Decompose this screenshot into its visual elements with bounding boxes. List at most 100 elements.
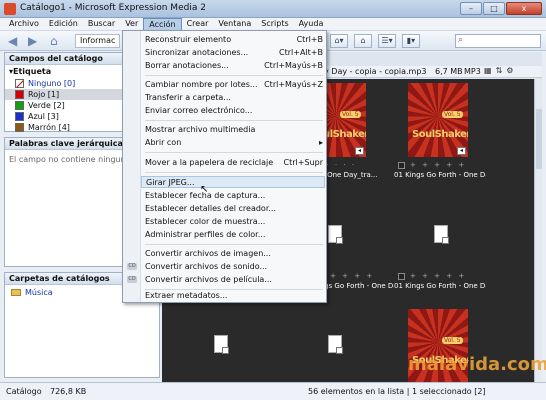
thumbnail-item[interactable]: + + + + + 01 Kings Go Forth - One Day_tr… bbox=[394, 225, 486, 305]
forward-arrow-icon[interactable]: ▶ bbox=[28, 34, 44, 48]
menu-item-label: Administrar perfiles de color... bbox=[145, 230, 266, 239]
back-arrow-icon[interactable]: ◀ bbox=[8, 34, 24, 48]
speaker-icon bbox=[336, 347, 343, 354]
menu-item-label: Convertir archivos de sonido... bbox=[145, 262, 268, 271]
menu-item-enviar-correo[interactable]: Enviar correo electrónico... bbox=[145, 105, 323, 117]
select-checkbox[interactable] bbox=[398, 162, 405, 169]
menu-separator bbox=[145, 152, 323, 153]
window-title: Catálogo1 - Microsoft Expression Media 2 bbox=[20, 3, 206, 13]
menu-item-extraer-metadatos[interactable]: Extraer metadatos... bbox=[145, 290, 323, 302]
rating-stars[interactable]: + + + + + bbox=[410, 161, 466, 169]
menu-item-convertir-pelicula[interactable]: Convertir archivos de película... bbox=[145, 274, 323, 286]
status-size: 726,8 KB bbox=[50, 387, 87, 396]
accion-dropdown-menu: Reconstruir elemento Ctrl+B Sincronizar a… bbox=[122, 30, 327, 303]
thumbnail-item[interactable] bbox=[302, 335, 394, 375]
label-text: Verde [2] bbox=[28, 101, 65, 110]
swatch-blue bbox=[15, 112, 24, 121]
menu-item-label: Reconstruir elemento bbox=[145, 35, 232, 44]
menu-item-detalles-creador[interactable]: Establecer detalles del creador... bbox=[145, 203, 323, 215]
list-view-icon[interactable]: ☰▾ bbox=[378, 34, 396, 48]
album-vol: Vol. 5 bbox=[442, 111, 463, 118]
menu-item-label: Sincronizar anotaciones... bbox=[145, 48, 249, 57]
swatch-brown bbox=[15, 123, 24, 132]
search-icon: ⌕ bbox=[458, 35, 464, 45]
search-input[interactable]: ⌕ bbox=[455, 34, 541, 48]
home-view-icon[interactable]: ⌂▾ bbox=[330, 34, 348, 48]
menu-item-shortcut: Ctrl+B bbox=[296, 35, 323, 44]
movie-convert-icon: CD bbox=[127, 276, 137, 283]
menu-item-cambiar-nombre[interactable]: Cambiar nombre por lotes... Ctrl+Mayús+Z bbox=[145, 79, 323, 91]
thumbnail-item[interactable] bbox=[202, 335, 294, 375]
menu-item-convertir-sonido[interactable]: Convertir archivos de sonido... bbox=[145, 261, 323, 273]
menu-item-perfiles-color[interactable]: Administrar perfiles de color... bbox=[145, 229, 323, 241]
menu-item-abrir-con[interactable]: Abrir con ▸ bbox=[145, 137, 323, 149]
speaker-icon bbox=[222, 347, 229, 354]
info-view-button[interactable]: Informac bbox=[75, 34, 121, 48]
select-checkbox[interactable] bbox=[398, 273, 405, 280]
vertical-scrollbar[interactable] bbox=[534, 79, 542, 382]
menu-separator bbox=[145, 244, 323, 245]
watermark: malavida.com bbox=[408, 354, 546, 375]
speaker-icon bbox=[442, 237, 449, 244]
menu-item-reconstruir[interactable]: Reconstruir elemento Ctrl+B bbox=[145, 34, 323, 46]
status-count: 56 elementos en la lista | 1 seleccionad… bbox=[308, 387, 486, 396]
menu-separator bbox=[145, 120, 323, 121]
album-title: SoulShaker bbox=[412, 129, 468, 140]
menu-item-label: Mostrar archivo multimedia bbox=[145, 125, 256, 134]
menu-item-transferir[interactable]: Transferir a carpeta... bbox=[145, 92, 323, 104]
selected-file-type: MP3 bbox=[464, 67, 481, 76]
album-vol: Vol. 5 bbox=[442, 337, 463, 344]
status-bar: Catálogo 726,8 KB 56 elementos en la lis… bbox=[0, 382, 546, 400]
album-art: Vol. 5 SoulShaker ◂ bbox=[408, 83, 468, 157]
folder-label: Música bbox=[25, 288, 53, 297]
menu-item-girar-jpeg[interactable]: Girar JPEG... bbox=[141, 176, 325, 188]
swatch-green bbox=[15, 101, 24, 110]
mouse-cursor-icon: ↖ bbox=[200, 184, 209, 195]
menu-item-shortcut: Ctrl+Mayús+B bbox=[264, 61, 323, 70]
menu-item-label: Girar JPEG... bbox=[146, 178, 195, 187]
sound-convert-icon: CD bbox=[127, 263, 137, 270]
rating-stars[interactable]: + + + + + bbox=[410, 272, 466, 280]
menu-item-label: Mover a la papelera de reciclaje bbox=[145, 158, 274, 167]
menu-separator bbox=[145, 172, 323, 173]
minimize-button[interactable]: – bbox=[460, 2, 482, 15]
gear-icon[interactable]: ⚙ bbox=[506, 66, 513, 75]
menu-item-sincronizar[interactable]: Sincronizar anotaciones... Ctrl+Alt+B bbox=[145, 47, 323, 59]
scrollbar-thumb[interactable] bbox=[536, 109, 542, 169]
menu-item-papelera[interactable]: Mover a la papelera de reciclaje Ctrl+Sup… bbox=[145, 157, 323, 169]
menu-item-fecha-captura[interactable]: Establecer fecha de captura... bbox=[145, 190, 323, 202]
menu-edicion[interactable]: Edición bbox=[44, 18, 83, 31]
menu-gutter bbox=[123, 31, 141, 302]
maximize-button[interactable]: □ bbox=[483, 2, 505, 15]
menu-item-color-muestra[interactable]: Establecer color de muestra... bbox=[145, 216, 323, 228]
menu-item-shortcut: Ctrl+Mayús+Z bbox=[264, 80, 323, 89]
menu-item-borrar[interactable]: Borrar anotaciones... Ctrl+Mayús+B bbox=[145, 60, 323, 72]
menu-item-shortcut: Ctrl+Alt+B bbox=[279, 48, 323, 57]
menu-item-label: Abrir con bbox=[145, 138, 182, 147]
speaker-icon: ◂ bbox=[355, 147, 364, 155]
menu-item-label: Transferir a carpeta... bbox=[145, 93, 231, 102]
thumbnail-label: 01 Kings Go Forth - One Day_tra... bbox=[394, 282, 486, 290]
speaker-icon bbox=[336, 237, 343, 244]
sort-icon[interactable]: ⇅ bbox=[496, 66, 503, 75]
menu-item-label: Establecer detalles del creador... bbox=[145, 204, 277, 213]
swatch-red bbox=[15, 90, 24, 99]
menu-separator bbox=[145, 75, 323, 76]
up-view-icon[interactable]: ⌂ bbox=[354, 34, 372, 48]
menu-buscar[interactable]: Buscar bbox=[83, 18, 120, 31]
thumb-tools: ▦ ⇅ ⚙ bbox=[484, 66, 513, 75]
menu-item-mostrar[interactable]: Mostrar archivo multimedia bbox=[145, 124, 323, 136]
speaker-icon: ◂ bbox=[457, 147, 466, 155]
chart-view-icon[interactable]: ▮▾ bbox=[402, 34, 420, 48]
status-catalog: Catálogo bbox=[6, 387, 42, 396]
menu-item-label: Borrar anotaciones... bbox=[145, 61, 229, 70]
home-icon[interactable]: ⌂ bbox=[50, 34, 66, 48]
grid-icon[interactable]: ▦ bbox=[484, 66, 492, 75]
menu-item-convertir-imagen[interactable]: Convertir archivos de imagen... bbox=[145, 248, 323, 260]
menu-archivo[interactable]: Archivo bbox=[4, 18, 44, 31]
menu-item-label: Extraer metadatos... bbox=[145, 291, 228, 300]
swatch-none bbox=[15, 79, 24, 88]
close-button[interactable]: x bbox=[506, 2, 542, 15]
menu-item-shortcut: Ctrl+Supr bbox=[283, 158, 323, 167]
thumbnail-item[interactable]: Vol. 5 SoulShaker ◂ + + + + + 01 Kings G… bbox=[394, 83, 486, 183]
